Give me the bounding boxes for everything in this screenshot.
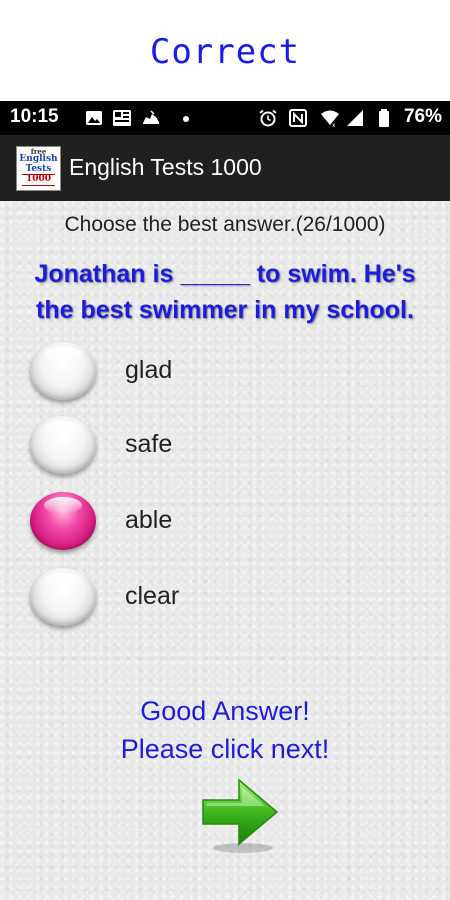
- svg-text:x: x: [332, 122, 336, 128]
- feedback-line-1: Good Answer!: [140, 696, 310, 726]
- battery-percent: 76%: [403, 106, 442, 127]
- app-title: English Tests 1000: [69, 154, 262, 180]
- logo-tests-text: Tests: [25, 163, 52, 174]
- radio-button[interactable]: [30, 416, 96, 474]
- option-label: clear: [125, 582, 180, 610]
- status-bar: 10:15 x 76%: [0, 101, 450, 135]
- quiz-panel: Choose the best answer.(26/1000) Jonatha…: [0, 201, 450, 900]
- answer-option-glad[interactable]: glad: [30, 340, 410, 404]
- signal-icon: [347, 110, 363, 126]
- image-icon: [86, 111, 102, 125]
- option-label: glad: [125, 356, 173, 384]
- radio-button[interactable]: [30, 342, 96, 400]
- radio-button-selected[interactable]: [30, 492, 96, 550]
- result-text: Correct: [149, 31, 301, 72]
- running-shoe-icon: [143, 110, 159, 124]
- answer-option-safe[interactable]: safe: [30, 414, 410, 478]
- question-line-2: the best swimmer in my school.: [36, 296, 414, 324]
- nfc-icon: [289, 109, 307, 127]
- app-logo: free English Tests 1000: [16, 146, 61, 191]
- news-icon: [113, 110, 131, 126]
- result-banner: Correct: [0, 0, 450, 101]
- dot-icon: [183, 116, 189, 122]
- battery-icon: [379, 109, 389, 127]
- feedback-message: Good Answer! Please click next!: [0, 692, 450, 768]
- next-arrow-button[interactable]: [199, 772, 283, 856]
- option-label: able: [125, 506, 173, 534]
- feedback-line-2: Please click next!: [120, 734, 330, 764]
- status-time: 10:15: [10, 106, 59, 127]
- question-line-1: Jonathan is _____ to swim. He's: [34, 260, 416, 288]
- answer-option-clear[interactable]: clear: [30, 566, 410, 630]
- logo-number-text: 1000: [22, 174, 55, 186]
- answer-option-able[interactable]: able: [30, 490, 410, 554]
- instruction-text: Choose the best answer.(26/1000): [64, 213, 386, 236]
- question-text: Jonathan is _____ to swim. He's the best…: [0, 256, 450, 328]
- option-label: safe: [125, 430, 173, 458]
- app-bar: free English Tests 1000 English Tests 10…: [0, 135, 450, 201]
- alarm-icon: [259, 109, 277, 127]
- wifi-icon: x: [321, 110, 339, 128]
- radio-button[interactable]: [30, 568, 96, 626]
- arrow-right-icon: [202, 778, 279, 846]
